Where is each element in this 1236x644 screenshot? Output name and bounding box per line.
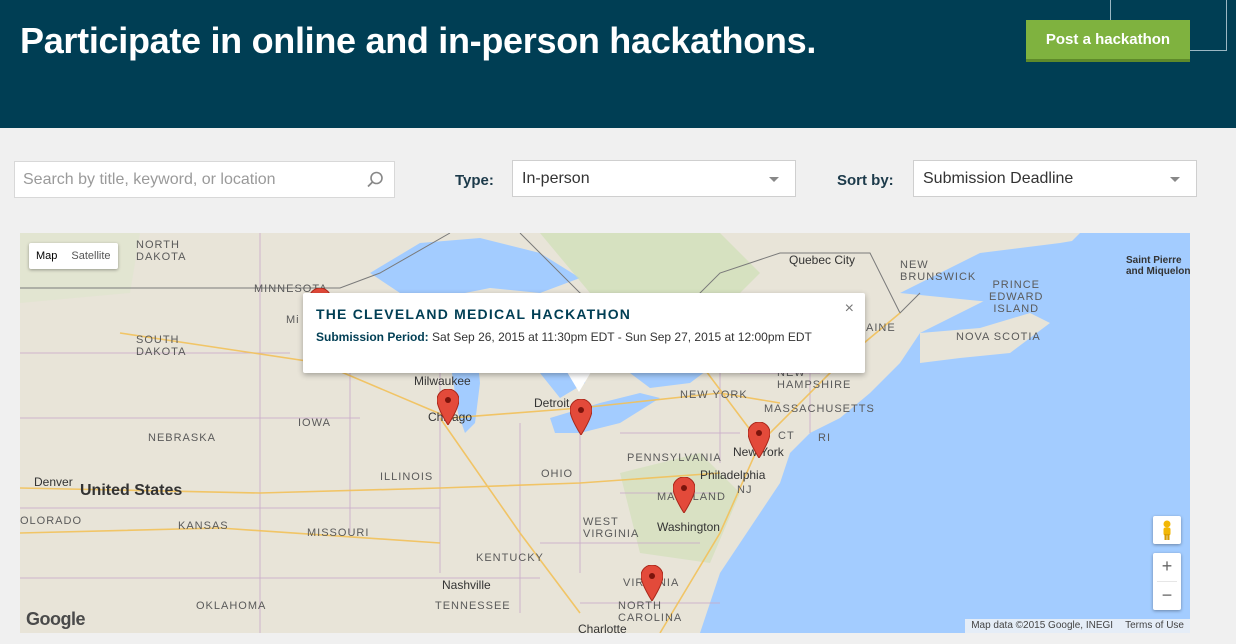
map-label: MASSACHUSETTS — [764, 403, 875, 415]
street-view-pegman-icon[interactable] — [1153, 516, 1181, 544]
type-label: Type: — [455, 172, 494, 189]
search-box — [14, 161, 395, 198]
map-type-map-button[interactable]: Map — [29, 243, 64, 269]
map-label: IOWA — [298, 417, 331, 429]
sort-select-value: Submission Deadline — [923, 170, 1074, 187]
chevron-down-icon — [1170, 177, 1180, 182]
type-select[interactable]: In-person — [512, 160, 796, 197]
map-label: PENNSYLVANIA — [627, 452, 722, 464]
popup-submission-period: Submission Period: Sat Sep 26, 2015 at 1… — [316, 330, 812, 344]
terms-of-use-link[interactable]: Terms of Use — [1125, 619, 1184, 633]
popup-tail — [567, 372, 591, 392]
chevron-down-icon — [769, 177, 779, 182]
map-label: NEBRASKA — [148, 432, 216, 444]
map-label: Milwaukee — [414, 374, 471, 388]
map-label: NEW YORK — [680, 389, 748, 401]
map-type-control: Map Satellite — [29, 243, 118, 269]
map-marker[interactable] — [437, 389, 459, 425]
map-label: Denver — [34, 475, 73, 489]
map-label: NORTH DAKOTA — [136, 239, 187, 263]
map-label: TENNESSEE — [435, 600, 511, 612]
map-attribution: Map data ©2015 Google, INEGI Terms of Us… — [965, 619, 1190, 633]
map-label: United States — [80, 482, 183, 499]
map-marker[interactable] — [748, 422, 770, 458]
map-label: Charlotte — [578, 622, 627, 633]
hackathon-map[interactable]: NORTH DAKOTA MINNESOTA Mi SOUTH DAKOTA N… — [20, 233, 1190, 633]
map-label: Detroit — [534, 396, 570, 410]
map-label: Nashville — [442, 578, 491, 592]
sort-label: Sort by: — [837, 172, 894, 189]
popup-period-label: Submission Period: — [316, 330, 429, 344]
type-select-value: In-person — [522, 170, 590, 187]
search-input[interactable] — [15, 162, 355, 197]
google-logo: Google — [26, 609, 86, 629]
map-label: Philadelphia — [700, 468, 766, 482]
sort-select[interactable]: Submission Deadline — [913, 160, 1197, 197]
map-label: RI — [818, 432, 831, 444]
map-marker[interactable] — [641, 565, 663, 601]
map-type-satellite-button[interactable]: Satellite — [64, 243, 117, 269]
map-label: CT — [778, 430, 795, 442]
map-label: PRINCE EDWARD ISLAND — [989, 279, 1044, 315]
map-label: ILLINOIS — [380, 471, 434, 483]
map-label: Mi — [286, 314, 300, 326]
zoom-out-button[interactable]: − — [1153, 582, 1181, 610]
map-label: NJ — [737, 484, 753, 496]
map-label: NORTH CAROLINA — [618, 600, 683, 624]
map-label: SOUTH DAKOTA — [136, 334, 187, 358]
popup-period-value: Sat Sep 26, 2015 at 11:30pm EDT - Sun Se… — [432, 330, 812, 344]
map-label: Quebec City — [789, 253, 856, 267]
map-marker[interactable] — [570, 399, 592, 435]
map-label: NEW BRUNSWICK — [900, 259, 977, 283]
zoom-control: + − — [1153, 553, 1181, 610]
search-icon[interactable] — [366, 171, 384, 189]
map-label: OHIO — [541, 468, 574, 480]
close-icon[interactable]: × — [845, 300, 854, 318]
map-label: Washington — [657, 520, 720, 534]
page-header: Participate in online and in-person hack… — [0, 0, 1236, 128]
map-label: Saint Pierre and Miquelon — [1126, 255, 1190, 277]
popup-title[interactable]: THE CLEVELAND MEDICAL HACKATHON — [316, 306, 631, 322]
map-label: KANSAS — [178, 520, 229, 532]
map-label: OKLAHOMA — [196, 600, 267, 612]
map-label: KENTUCKY — [476, 552, 544, 564]
page-title: Participate in online and in-person hack… — [20, 20, 817, 61]
map-label: AINE — [866, 322, 896, 334]
hackathon-info-popup: THE CLEVELAND MEDICAL HACKATHON Submissi… — [303, 293, 865, 373]
map-marker[interactable] — [673, 477, 695, 513]
post-hackathon-button[interactable]: Post a hackathon — [1026, 20, 1190, 62]
map-label: OLORADO — [20, 515, 83, 527]
map-label: NOVA SCOTIA — [956, 331, 1041, 343]
map-label: MISSOURI — [307, 527, 370, 539]
map-data-credit: Map data ©2015 Google, INEGI — [971, 620, 1114, 631]
zoom-in-button[interactable]: + — [1153, 553, 1181, 581]
map-label: WEST VIRGINIA — [583, 516, 640, 540]
